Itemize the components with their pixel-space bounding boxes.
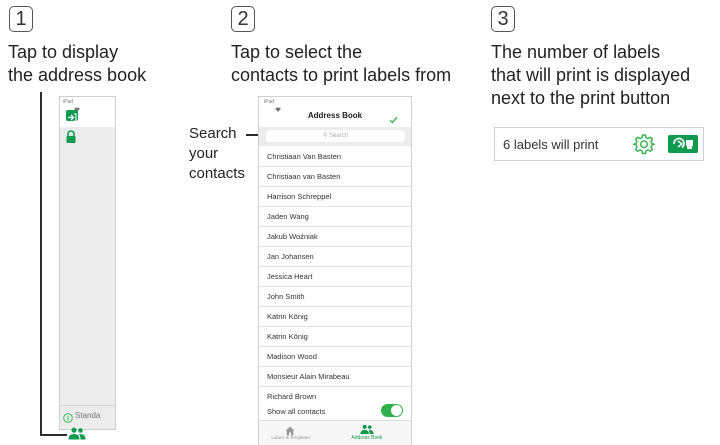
connector-line-vertical [40,92,42,436]
tab-address-book[interactable]: Address Book [339,435,395,441]
print-icon [673,137,693,149]
step-1-title-line-2: the address book [8,65,147,85]
ipad-sidebar-preview: iPad [59,96,116,430]
contact-item[interactable]: Jan Johansen [259,247,411,267]
search-callout-line-3: contacts [189,165,245,182]
step-2-badge: 2 [231,6,255,32]
ipad-footer-label: Standa [75,411,101,420]
contact-item[interactable]: Jessica Heart [259,267,411,287]
step-1-title-line-1: Tap to display [8,42,119,62]
search-icon: ⚲ [322,133,328,139]
step-3-title-line-1: The number of labels [491,42,661,62]
labels-will-print-text: 6 labels will print [503,137,599,152]
step-1-badge: 1 [9,6,33,32]
print-button[interactable] [668,135,698,153]
address-book-screen: iPad Address Book ⚲ Search Christiaan Va… [258,96,412,445]
show-all-contacts-label: Show all contacts [267,407,326,416]
step-2-title-line-2: contacts to print labels from [231,65,452,85]
ipad-status-text: iPad [63,99,74,105]
contact-item[interactable]: Christiaan van Basten [259,167,411,187]
phone-status-text: iPad [264,99,275,105]
address-book-tab-icon[interactable] [68,427,86,445]
contact-item[interactable]: Katrin König [259,307,411,327]
search-callout-line-2: your [189,145,219,162]
search-callout-line-1: Search [189,125,237,142]
search-placeholder: Search [329,133,349,139]
info-icon[interactable] [63,410,73,428]
step-3-title-line-2: that will print is displayed [491,65,691,85]
show-all-contacts-toggle[interactable] [381,404,403,417]
contact-item[interactable]: Christiaan Van Basten [259,147,411,167]
lock-icon[interactable] [65,130,77,148]
step-2-title-line-1: Tap to select the [231,42,363,62]
contact-item[interactable]: John Smith [259,287,411,307]
contact-item[interactable]: Madison Wood [259,347,411,367]
contact-item[interactable]: Jaden Wang [259,207,411,227]
connector-line-horizontal [40,434,67,436]
toggle-knob [391,405,402,416]
sign-in-button[interactable] [66,110,78,122]
step-3-title-line-3: next to the print button [491,88,671,108]
contact-item[interactable]: Harrison Schreppel [259,187,411,207]
contact-item[interactable]: Jakub Woźniak [259,227,411,247]
search-input[interactable]: ⚲ Search [266,130,405,142]
contact-item[interactable]: Katrin König [259,327,411,347]
settings-gear-icon[interactable] [633,133,655,160]
search-callout: Search your contacts [189,124,245,184]
tab-labels-templates[interactable]: Labels & Templates [265,435,317,440]
print-status-bar: 6 labels will print [494,127,704,161]
contact-item[interactable]: Monsieur Alain Mirabeau [259,367,411,387]
tab-bar [259,420,411,445]
step-3-badge: 3 [491,6,515,32]
